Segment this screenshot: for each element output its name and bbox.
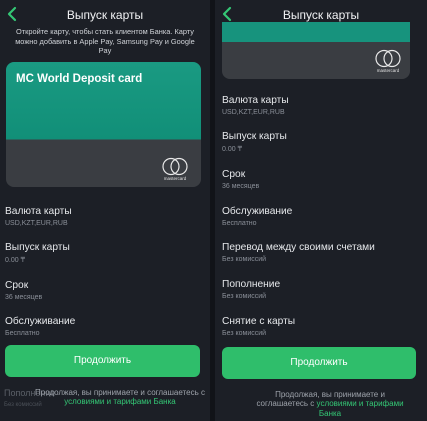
- info-value: 0.00 ₸: [5, 257, 26, 264]
- info-value: 0.00 ₸: [222, 146, 243, 153]
- info-label: Срок: [222, 169, 246, 180]
- info-label: Обслуживание: [222, 206, 293, 217]
- info-issue: Выпуск карты 0.00 ₸: [5, 242, 210, 264]
- info-value: Без комиссий: [222, 330, 267, 337]
- info-label: Валюта карты: [5, 206, 72, 217]
- info-withdrawal: Снятие с карты Без комиссий: [222, 316, 427, 337]
- info-label: Обслуживание: [5, 316, 76, 327]
- info-value: Без комиссий: [222, 256, 267, 263]
- info-service: Обслуживание Бесплатно: [222, 206, 427, 227]
- card-brand: mastercard: [163, 176, 187, 181]
- info-transfer: Перевод между своими счетами Без комисси…: [222, 242, 427, 263]
- info-value: Без комиссий: [222, 293, 267, 300]
- info-term: Срок 36 месяцев: [5, 280, 210, 301]
- info-label: Пополнение: [222, 279, 281, 290]
- card-preview: MC World Deposit card mastercard: [6, 62, 201, 187]
- intro-text: Откройте карту, чтобы стать клиентом Бан…: [15, 27, 195, 56]
- terms-link[interactable]: условиями и тарифами Банка: [64, 397, 175, 406]
- page-title: Выпуск карты: [282, 8, 360, 22]
- page-title: Выпуск карты: [66, 8, 144, 22]
- terms-prefix: Продолжая, вы принимаете и соглашаетесь …: [35, 388, 205, 397]
- info-value: 36 месяцев: [5, 294, 43, 301]
- info-term: Срок 36 месяцев: [222, 169, 427, 190]
- continue-button[interactable]: Продолжить: [5, 345, 200, 377]
- info-currency: Валюта карты USD,KZT,EUR,RUB: [5, 206, 210, 227]
- info-issue: Выпуск карты 0.00 ₸: [222, 131, 427, 153]
- mastercard-logo-icon: mastercard: [373, 49, 403, 73]
- continue-button[interactable]: Продолжить: [222, 347, 416, 379]
- info-value: 36 месяцев: [222, 183, 260, 190]
- header: Выпуск карты: [0, 0, 210, 30]
- terms-text: Продолжая, вы принимаете и соглашаетесь …: [255, 390, 405, 418]
- info-service: Обслуживание Бесплатно: [5, 316, 210, 337]
- card-name: MC World Deposit card: [16, 73, 143, 85]
- info-value: USD,KZT,EUR,RUB: [222, 109, 285, 116]
- info-value: Бесплатно: [5, 330, 40, 337]
- card-preview: mastercard: [222, 22, 410, 79]
- info-label: Снятие с карты: [222, 316, 296, 327]
- info-label: Выпуск карты: [222, 131, 287, 142]
- info-label: Перевод между своими счетами: [222, 242, 375, 253]
- info-currency: Валюта карты USD,KZT,EUR,RUB: [222, 95, 427, 116]
- terms-text: Продолжая, вы принимаете и соглашаетесь …: [30, 388, 210, 407]
- info-value: Бесплатно: [222, 220, 257, 227]
- info-label: Срок: [5, 280, 29, 291]
- info-label: Выпуск карты: [5, 242, 70, 253]
- mastercard-logo-icon: mastercard: [160, 157, 190, 181]
- terms-link[interactable]: условиями и тарифами Банка: [317, 399, 404, 417]
- info-label: Валюта карты: [222, 95, 289, 106]
- info-value: USD,KZT,EUR,RUB: [5, 220, 68, 227]
- info-topup: Пополнение Без комиссий: [222, 279, 427, 300]
- card-brand: mastercard: [376, 68, 400, 73]
